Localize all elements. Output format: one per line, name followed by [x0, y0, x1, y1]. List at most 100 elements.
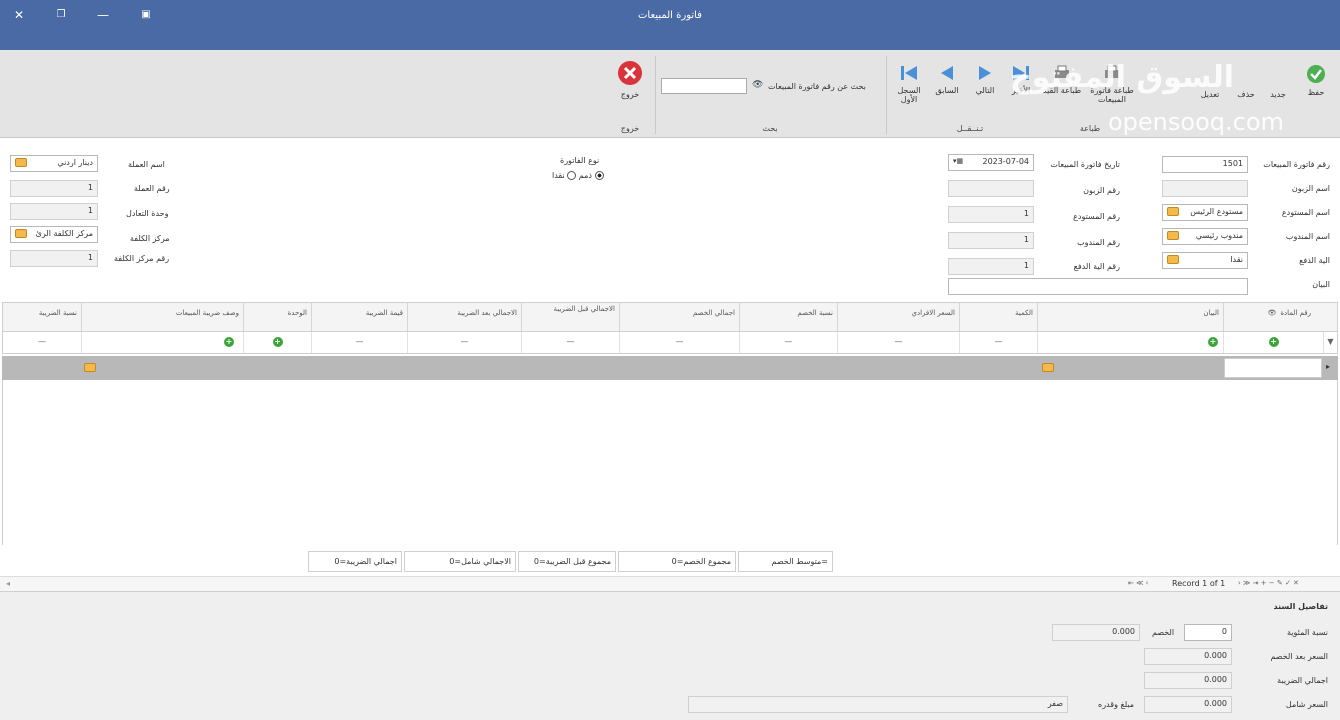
window-title: فاتورة المبيعات	[638, 10, 702, 21]
customer-label: اسم الزبون	[1291, 184, 1330, 193]
grid-col-header[interactable]: قيمة الضريبة	[311, 303, 407, 331]
scroll-left-icon[interactable]: ◂	[6, 579, 10, 588]
grid-header: 👁 رقم المادة البيان الكمية السعر الافرادي…	[2, 302, 1338, 332]
add-icon[interactable]: +	[224, 337, 234, 347]
first-record-button[interactable]: السجل الأول	[892, 64, 926, 104]
summary-total-before-tax: مجموع قبل الضريبة=0	[518, 551, 616, 572]
customer-no-label: رقم الزبون	[1083, 186, 1120, 195]
warehouse-no-field[interactable]: 1	[948, 206, 1034, 223]
grid-cell[interactable]: +	[1223, 332, 1323, 353]
discount-field[interactable]: 0.000	[1052, 624, 1140, 641]
calendar-icon[interactable]: ▾▦	[953, 157, 963, 165]
invoice-no-field[interactable]: 1501	[1162, 156, 1248, 173]
grid-col-header[interactable]: 👁 رقم المادة	[1223, 303, 1315, 331]
grid-col-header[interactable]: الاجمالي بعد الضريبة	[407, 303, 521, 331]
first-label: السجل الأول	[897, 86, 921, 104]
type-cash-radio[interactable]	[594, 171, 604, 180]
type-credit-radio[interactable]	[567, 171, 577, 180]
currency-no-field[interactable]: 1	[10, 180, 98, 197]
invoice-type-group: ذمم نقدا	[548, 171, 604, 180]
rate-field[interactable]: 1	[10, 203, 98, 220]
invoice-type-label: نوع الفاتورة	[560, 156, 600, 165]
grid-cell[interactable]: +	[81, 332, 243, 353]
nav-prev-icons[interactable]: ⇤ ≪ ‹	[1128, 579, 1148, 587]
cost-center-value: مركز الكلفة الرئ	[35, 229, 93, 238]
rep-no-field[interactable]: 1	[948, 232, 1034, 249]
new-button[interactable]: جديد	[1264, 90, 1292, 99]
ribbon-separator	[655, 56, 656, 134]
grid-cell[interactable]: —	[3, 332, 81, 353]
rep-no-label: رقم المندوب	[1077, 238, 1120, 247]
grid-col-header[interactable]: وصف ضريبة المبيعات	[81, 303, 243, 331]
grid-selected-row[interactable]: ▸	[2, 356, 1338, 380]
warehouse-field[interactable]: مستودع الرئيس	[1162, 204, 1248, 221]
amount-field[interactable]: صفر	[688, 696, 1068, 713]
grid-cell[interactable]: —	[739, 332, 837, 353]
payment-value: نقدا	[1230, 255, 1243, 264]
price-after-field[interactable]: 0.000	[1144, 648, 1232, 665]
grid-cell[interactable]: —	[959, 332, 1037, 353]
grid-cell[interactable]: —	[311, 332, 407, 353]
details-title: تفاصيل السند	[1273, 602, 1328, 611]
grid-cell[interactable]: —	[619, 332, 739, 353]
grid-cell[interactable]: —	[407, 332, 521, 353]
grid-col-header[interactable]: الاجمالي قبل الضريبة	[521, 303, 619, 331]
folder-icon[interactable]	[1167, 207, 1179, 216]
add-icon[interactable]: +	[272, 337, 283, 347]
currency-field[interactable]: دينار اردني	[10, 155, 98, 172]
warehouse-no-label: رقم المستودع	[1073, 212, 1120, 221]
date-value: 2023-07-04	[982, 157, 1030, 166]
first-icon	[901, 66, 917, 80]
folder-icon[interactable]	[1167, 255, 1179, 264]
pct-field[interactable]: 0	[1184, 624, 1232, 641]
customer-field[interactable]	[1162, 180, 1248, 197]
type-cash-label: نقدا	[552, 171, 565, 180]
add-icon[interactable]: +	[1268, 337, 1279, 347]
watermark-latin: opensooq.com	[1108, 108, 1284, 136]
payment-field[interactable]: نقدا	[1162, 252, 1248, 269]
rep-field[interactable]: مندوب رئيسي	[1162, 228, 1248, 245]
delete-button[interactable]: حذف	[1232, 90, 1260, 99]
grid-col-header[interactable]: نسبة الضريبة	[3, 303, 81, 331]
grid-col-header[interactable]: اجمالي الخصم	[619, 303, 739, 331]
grid-col-header[interactable]: السعر الافرادي	[837, 303, 959, 331]
cost-center-no-field[interactable]: 1	[10, 250, 98, 267]
notes-field[interactable]	[948, 278, 1248, 295]
exit-label: خروج	[620, 90, 640, 99]
cost-center-field[interactable]: مركز الكلفة الرئ	[10, 226, 98, 243]
date-field[interactable]: ▾▦ 2023-07-04	[948, 154, 1034, 171]
exit-button[interactable]: خروج	[608, 60, 652, 99]
add-icon[interactable]: +	[1208, 337, 1218, 347]
grid-col-header[interactable]: البيان	[1037, 303, 1223, 331]
grid-cell[interactable]: +	[243, 332, 311, 353]
save-label: حفظ	[1307, 88, 1325, 97]
folder-icon[interactable]	[15, 158, 27, 167]
previous-button[interactable]: السابق	[930, 64, 964, 95]
grid-col-header[interactable]: الكمية	[959, 303, 1037, 331]
grid-cell-editor[interactable]	[1224, 358, 1322, 378]
ribbon: خروج خروج 👁 بحث عن رقم فاتورة المبيعات ب…	[0, 50, 1340, 138]
grid-col-header[interactable]: الوحدة	[243, 303, 311, 331]
cost-center-label: مركز الكلفة	[130, 234, 170, 243]
payment-no-field[interactable]: 1	[948, 258, 1034, 275]
grid-col-header[interactable]: نسبة الخصم	[739, 303, 837, 331]
grid-cell[interactable]: —	[837, 332, 959, 353]
previous-label: السابق	[935, 86, 959, 95]
record-navigator: ◂ ⇤ ≪ ‹ Record 1 of 1 › ≫ ⇥ + − ✎ ✓ ✕	[0, 576, 1340, 592]
binoculars-icon[interactable]: 👁	[1267, 309, 1276, 317]
folder-icon[interactable]	[84, 363, 96, 372]
tax-total-field[interactable]: 0.000	[1144, 672, 1232, 689]
binoculars-icon[interactable]: 👁	[752, 80, 763, 90]
price-incl-field[interactable]: 0.000	[1144, 696, 1232, 713]
nav-next-icons[interactable]: › ≫ ⇥ + − ✎ ✓ ✕	[1238, 579, 1299, 587]
next-button[interactable]: التالي	[968, 64, 1002, 95]
search-input[interactable]	[661, 78, 747, 94]
customer-no-field[interactable]	[948, 180, 1034, 197]
save-button[interactable]: حفظ	[1298, 64, 1334, 97]
filter-icon[interactable]: ▼	[1323, 332, 1337, 353]
folder-icon[interactable]	[15, 229, 27, 238]
folder-icon[interactable]	[1167, 231, 1179, 240]
grid-cell[interactable]: +	[1037, 332, 1223, 353]
folder-icon[interactable]	[1042, 363, 1054, 372]
grid-cell[interactable]: —	[521, 332, 619, 353]
